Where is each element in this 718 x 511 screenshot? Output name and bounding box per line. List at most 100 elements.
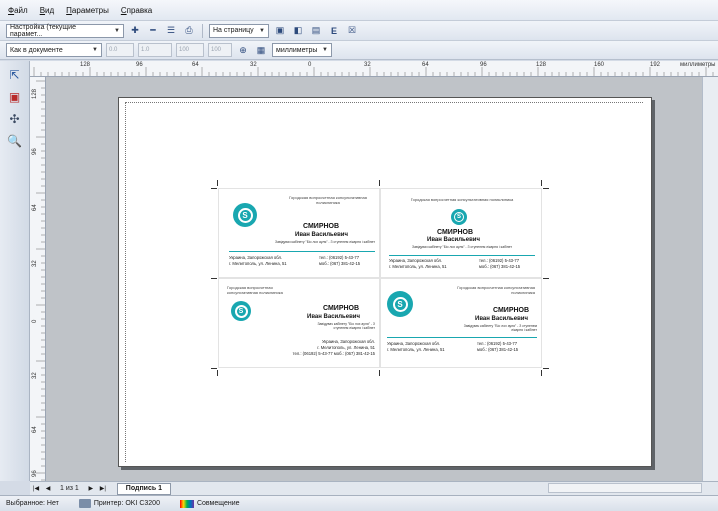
clinic-logo-icon: S xyxy=(231,301,251,321)
card-surname: СМИРНОВ xyxy=(303,223,340,230)
full-screen-icon[interactable]: ▣ xyxy=(273,24,287,38)
close-preview-icon[interactable]: ☒ xyxy=(345,24,359,38)
printer-label: Принтер: OKI C3200 xyxy=(93,500,160,507)
card-address-line-2: г. Мелитополь, ул. Ленина, 51 xyxy=(229,261,287,266)
card-address-line-1: Украина, Запорожская обл. xyxy=(321,339,375,344)
mode-label: Совмещение xyxy=(196,500,240,507)
card-phone: тел.: (06192) 5-43-77 xyxy=(479,258,520,263)
print-preset-dropdown[interactable]: Настройка (текущие парамет... ▼ xyxy=(6,23,124,38)
crop-mark xyxy=(217,180,218,186)
card-mobile: моб.: (067) 381-42-15 xyxy=(479,264,521,269)
ruler-ticks xyxy=(33,67,714,76)
card-surname: СМИРНОВ xyxy=(323,305,360,312)
crop-mark xyxy=(541,180,542,186)
last-page-button[interactable]: ▶| xyxy=(97,485,109,492)
business-card[interactable]: Городская вопросчетная консультативная п… xyxy=(218,278,380,368)
card-surname: СМИРНОВ xyxy=(437,229,474,236)
remove-preset-button[interactable]: ━ xyxy=(146,24,160,38)
menu-help[interactable]: Справка xyxy=(121,6,152,15)
scale-x-field[interactable]: 100 xyxy=(176,43,204,57)
card-position: Завідувач кабінету "Біо лох ауля" - З ст… xyxy=(317,322,375,330)
size-width-field[interactable]: 1.0 xyxy=(138,43,172,57)
menu-view[interactable]: Вид xyxy=(40,6,54,15)
mirror-icon[interactable]: E xyxy=(327,24,341,38)
card-organization: Городская вопросчетная консультативная п… xyxy=(457,285,535,295)
business-card[interactable]: Городская вопросчетная консультативная п… xyxy=(380,188,542,278)
business-card[interactable]: S Городская вопросчетная консультативная… xyxy=(218,188,380,278)
ruler-unit-label: миллиметры xyxy=(680,62,716,68)
crop-mark xyxy=(541,370,542,376)
card-address-line-1: Украина, Запорожская обл. xyxy=(387,341,441,346)
ruler-ticks xyxy=(36,80,45,481)
ruler-label: 32 xyxy=(32,260,38,267)
color-separations-icon[interactable]: ◧ xyxy=(291,24,305,38)
ruler-label: 96 xyxy=(480,62,487,68)
ruler-label: 192 xyxy=(650,62,661,68)
ruler-label: 64 xyxy=(32,426,38,433)
card-given-name: Иван Васильевич xyxy=(295,232,348,238)
selection-status: Выбранное: Нет xyxy=(6,500,59,507)
print-preview-toolbar: Настройка (текущие парамет... ▼ ✚ ━ ☰ ⎙ Н… xyxy=(0,20,718,40)
status-bar: Выбранное: Нет Принтер: OKI C3200 Совмещ… xyxy=(0,495,718,511)
ruler-label: 96 xyxy=(32,470,38,477)
crop-mark xyxy=(211,188,217,189)
preview-workspace[interactable]: S Городская вопросчетная консультативная… xyxy=(46,77,718,481)
next-page-button[interactable]: ▶ xyxy=(85,485,97,492)
ruler-label: 128 xyxy=(536,62,547,68)
units-value: миллиметры xyxy=(276,46,318,54)
add-preset-button[interactable]: ✚ xyxy=(128,24,142,38)
pick-tool-icon[interactable]: ⇱ xyxy=(6,66,24,84)
ruler-label: 64 xyxy=(422,62,429,68)
chevron-down-icon: ▼ xyxy=(114,27,120,34)
crop-mark xyxy=(379,370,380,376)
lock-ratio-icon[interactable]: ⊕ xyxy=(236,43,250,57)
position-x-field[interactable]: 0.0 xyxy=(106,43,134,57)
color-mode-icon xyxy=(179,499,194,508)
horizontal-ruler: 128 96 64 32 0 32 64 96 128 160 192 милл… xyxy=(30,61,718,77)
card-organization: Городская вопросчетная консультативная п… xyxy=(410,197,514,202)
printer-icon xyxy=(78,499,91,508)
print-page: S Городская вопросчетная консультативная… xyxy=(118,97,652,467)
clinic-logo-icon: S xyxy=(233,203,257,227)
prev-page-button[interactable]: ◀ xyxy=(42,485,54,492)
ruler-label: 0 xyxy=(32,319,38,323)
card-position: Завідувач кабінету "Біо лох ауля" - З ст… xyxy=(412,245,512,249)
crop-mark xyxy=(543,278,549,279)
horizontal-scrollbar[interactable] xyxy=(548,483,702,493)
ruler-label: 160 xyxy=(594,62,605,68)
zoom-value: На страницу xyxy=(213,27,254,34)
menu-file[interactable]: Файл xyxy=(8,6,28,15)
card-address-line-2: г. Мелитополь, ул. Ленина, 51 xyxy=(387,347,445,352)
zoom-tool-icon[interactable]: 🔍 xyxy=(6,132,24,150)
first-page-button[interactable]: |◀ xyxy=(30,485,42,492)
crop-mark xyxy=(217,370,218,376)
layout-toolbar: Как в документе ▼ 0.0 1.0 100 100 ⊕ ▦ мил… xyxy=(0,40,718,60)
vertical-ruler: 128 96 64 32 0 32 64 96 xyxy=(30,77,46,481)
page-tab[interactable]: Подпись 1 xyxy=(116,482,172,495)
print-icon[interactable]: ⎙ xyxy=(182,24,196,38)
business-card[interactable]: Городская вопросчетная консультативная п… xyxy=(380,278,542,368)
scale-dropdown[interactable]: Как в документе ▼ xyxy=(6,43,102,57)
crop-mark xyxy=(211,368,217,369)
card-mobile: моб.: (067) 381-42-15 xyxy=(319,261,361,266)
card-divider xyxy=(387,337,537,338)
invert-icon[interactable]: ▤ xyxy=(309,24,323,38)
card-address-line-1: Украина, Запорожская обл. xyxy=(389,258,443,263)
card-position: Завідувач кабінету "Біо лох ауля" - З ст… xyxy=(275,240,375,244)
card-organization: Городская вопросчетная консультативная п… xyxy=(227,285,283,295)
page-counter: 1 из 1 xyxy=(60,485,79,492)
ruler-label: 128 xyxy=(80,62,91,68)
zoom-dropdown[interactable]: На страницу ▼ xyxy=(209,23,269,38)
vertical-scrollbar[interactable] xyxy=(702,77,718,481)
card-mobile: моб.: (067) 381-42-15 xyxy=(477,347,519,352)
units-dropdown[interactable]: миллиметры ▼ xyxy=(272,43,332,57)
marks-tool-icon[interactable]: ✣ xyxy=(6,110,24,128)
scale-y-field[interactable]: 100 xyxy=(208,43,232,57)
print-preset-value: Настройка (текущие парамет... xyxy=(10,23,76,38)
menu-options[interactable]: Параметры xyxy=(66,6,109,15)
card-organization: Городская вопросчетная консультативная п… xyxy=(289,195,367,205)
card-phone: тел.: (06192) 5-43-77 xyxy=(319,255,360,260)
imposition-tool-icon[interactable]: ▣ xyxy=(6,88,24,106)
print-options-icon[interactable]: ☰ xyxy=(164,24,178,38)
grid-icon[interactable]: ▦ xyxy=(254,43,268,57)
